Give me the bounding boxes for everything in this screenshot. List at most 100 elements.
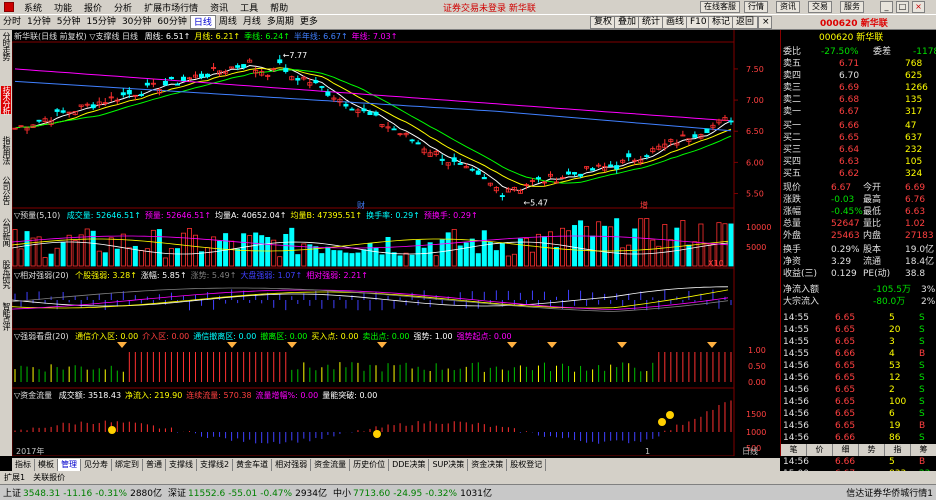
fuquan-button[interactable]: 复权 bbox=[590, 16, 617, 29]
left-tab-notice[interactable]: 公司公告 bbox=[1, 176, 11, 204]
rel-label-name: 相对强弱 bbox=[306, 271, 339, 280]
fund-title: 资金流量 bbox=[20, 391, 53, 400]
index-item-0[interactable]: 上证 3548.31 -11.16 -0.31% 2880亿 bbox=[0, 486, 165, 499]
left-tab-fenshi[interactable]: 分时走势 bbox=[1, 32, 11, 60]
period-multi[interactable]: 多周期 bbox=[264, 15, 297, 29]
volume-bar bbox=[126, 247, 132, 267]
bottom-tab-9[interactable]: 相对强弱 bbox=[272, 458, 312, 471]
bottom-tab-2[interactable]: 管理 bbox=[58, 458, 81, 471]
quote-tab-1[interactable]: 价 bbox=[807, 444, 833, 456]
volume-bar bbox=[451, 228, 457, 267]
period-daily[interactable]: 日线 bbox=[189, 15, 216, 29]
bid-volume: 637 bbox=[905, 133, 923, 143]
menu-help[interactable]: 帮助 bbox=[264, 1, 294, 14]
index-item-1[interactable]: 深证 11552.6 -55.01 -0.47% 2934亿 bbox=[165, 486, 330, 499]
strength-tick-label: 0.00 bbox=[748, 378, 766, 387]
volume-bar bbox=[253, 232, 259, 267]
back-button[interactable]: 返回 bbox=[732, 16, 759, 29]
bottom-tab-0[interactable]: 指标 bbox=[12, 458, 35, 471]
toolbar-close-icon[interactable]: × bbox=[758, 16, 772, 29]
quote-tab-3[interactable]: 势 bbox=[859, 444, 885, 456]
trade-button[interactable]: 交易 bbox=[808, 1, 832, 13]
period-weekly[interactable]: 周线 bbox=[216, 15, 240, 29]
bottom-tab-13[interactable]: SUP决策 bbox=[429, 458, 469, 471]
online-service-button[interactable]: 在线客服 bbox=[700, 1, 740, 13]
bottom-tab-15[interactable]: 股权登记 bbox=[507, 458, 547, 471]
menu-quote[interactable]: 报价 bbox=[78, 1, 108, 14]
volume-bar bbox=[108, 237, 114, 267]
quote-row: 卖五 6.71 768 bbox=[781, 58, 936, 70]
period-1min[interactable]: 1分钟 bbox=[24, 15, 54, 29]
quote-tab-4[interactable]: 指 bbox=[885, 444, 911, 456]
fund-label-value: 0.00 bbox=[359, 391, 378, 400]
menu-ext-market[interactable]: 扩展市场行情 bbox=[138, 1, 204, 14]
candle-body bbox=[451, 157, 457, 162]
smiley-icon bbox=[108, 426, 116, 434]
minimize-icon[interactable]: _ bbox=[880, 1, 893, 13]
period-fenshi[interactable]: 分时 bbox=[0, 15, 24, 29]
chart-area[interactable]: ←7.77 ←5.47 财 增 7.50 7.00 6.50 6.00 5.50 10000 500… bbox=[12, 30, 780, 456]
left-tab-comment[interactable]: 智能点评 bbox=[1, 302, 11, 330]
app-logo-icon bbox=[4, 2, 14, 12]
main-title: 新华联(日线 前复权) bbox=[14, 32, 87, 41]
left-tab-usage[interactable]: 指标用法 bbox=[1, 136, 11, 164]
stat-value: 6.63 bbox=[905, 207, 926, 217]
close-icon[interactable]: × bbox=[912, 1, 925, 13]
menu-news[interactable]: 资讯 bbox=[204, 1, 234, 14]
index-item-2[interactable]: 中小 7713.60 -24.95 -0.32% 1031亿 bbox=[330, 486, 495, 499]
volume-bar bbox=[229, 240, 235, 267]
ext-tab-1[interactable]: 扩展1 bbox=[0, 472, 29, 483]
rel-label-1: 涨幅: 5.85↑ bbox=[140, 271, 187, 280]
service-button[interactable]: 服务 bbox=[840, 1, 864, 13]
candle-body bbox=[566, 171, 572, 175]
bottom-tab-1[interactable]: 模板 bbox=[35, 458, 58, 471]
mark-button[interactable]: 标记 bbox=[708, 16, 735, 29]
menu-system[interactable]: 系统 bbox=[18, 1, 48, 14]
bottom-tab-8[interactable]: 黄金车道 bbox=[233, 458, 273, 471]
left-tab-tech[interactable]: 技术分析 bbox=[1, 86, 11, 114]
left-tab-holders[interactable]: 股东研究 bbox=[1, 260, 11, 288]
ext-tab-related[interactable]: 关联报价 bbox=[29, 472, 69, 483]
period-15min[interactable]: 15分钟 bbox=[83, 15, 118, 29]
bottom-tab-7[interactable]: 支撑线2 bbox=[197, 458, 234, 471]
bottom-tab-12[interactable]: DDE决策 bbox=[389, 458, 430, 471]
bottom-tab-11[interactable]: 历史价位 bbox=[350, 458, 390, 471]
volume-bar bbox=[680, 220, 686, 267]
period-60min[interactable]: 60分钟 bbox=[154, 15, 189, 29]
volume-bar bbox=[572, 225, 578, 267]
volume-bar bbox=[535, 233, 541, 267]
quote-tab-0[interactable]: 笔 bbox=[781, 444, 807, 456]
quote-button[interactable]: 行情 bbox=[744, 1, 768, 13]
f10-button[interactable]: F10 bbox=[686, 16, 711, 29]
menu-analysis[interactable]: 分析 bbox=[108, 1, 138, 14]
quote-tab-2[interactable]: 细 bbox=[833, 444, 859, 456]
candle-body bbox=[174, 83, 180, 86]
bottom-tab-10[interactable]: 资金流量 bbox=[311, 458, 351, 471]
quote-tab-5[interactable]: 筹 bbox=[911, 444, 936, 456]
volume-bar bbox=[656, 245, 662, 267]
bid-label: 买四 bbox=[783, 157, 802, 167]
draw-line-button[interactable]: 画线 bbox=[662, 16, 689, 29]
bottom-tab-6[interactable]: 支撑线 bbox=[166, 458, 197, 471]
news-button[interactable]: 资讯 bbox=[776, 1, 800, 13]
maximize-icon[interactable]: □ bbox=[896, 1, 909, 13]
period-5min[interactable]: 5分钟 bbox=[54, 15, 84, 29]
stat-label: 涨跌 bbox=[783, 195, 802, 205]
overlay-button[interactable]: 叠加 bbox=[614, 16, 641, 29]
menu-function[interactable]: 功能 bbox=[48, 1, 78, 14]
quote-row: 14:56 6.65 19 B bbox=[781, 420, 936, 432]
bottom-tab-5[interactable]: 普通 bbox=[143, 458, 166, 471]
menu-tools[interactable]: 工具 bbox=[234, 1, 264, 14]
stats-button[interactable]: 统计 bbox=[638, 16, 665, 29]
quote-row: 14:56 6.65 6 S bbox=[781, 408, 936, 420]
period-monthly[interactable]: 月线 bbox=[240, 15, 264, 29]
period-more[interactable]: 更多 bbox=[297, 15, 321, 29]
period-30min[interactable]: 30分钟 bbox=[119, 15, 154, 29]
bottom-tab-14[interactable]: 资金决策 bbox=[468, 458, 508, 471]
left-tab-news[interactable]: 公司新闻 bbox=[1, 218, 11, 246]
tick-side: S bbox=[919, 433, 925, 443]
bottom-tab-4[interactable]: 绑定到 bbox=[112, 458, 143, 471]
tick-time: 14:55 bbox=[783, 349, 809, 359]
bid-price: 6.63 bbox=[839, 157, 860, 167]
bottom-tab-3[interactable]: 见分寿 bbox=[81, 458, 112, 471]
